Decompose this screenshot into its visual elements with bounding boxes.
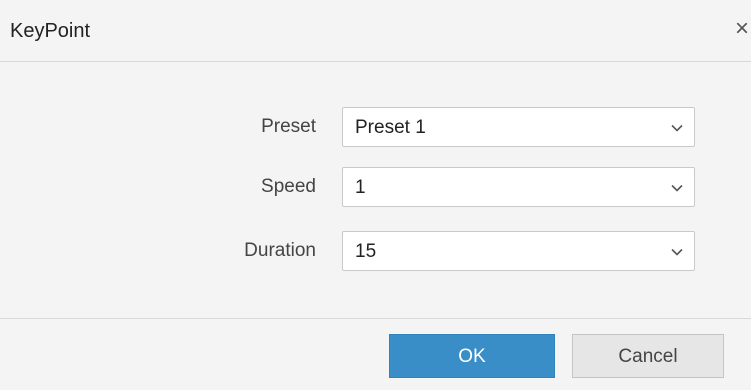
dialog-body: Preset Preset 1 Speed 1 Duration 15 [0,62,751,318]
dialog-footer: OK Cancel [0,318,751,390]
preset-select-value: Preset 1 [355,117,426,138]
chevron-down-icon [671,124,683,132]
field-row-duration: Duration 15 [0,231,751,271]
duration-select-value: 15 [355,241,377,262]
dialog-title: KeyPoint [10,20,91,42]
ok-button[interactable]: OK [389,334,555,378]
field-row-preset: Preset Preset 1 [0,107,751,147]
chevron-down-icon [671,184,683,192]
cancel-button[interactable]: Cancel [572,334,724,378]
speed-select[interactable]: 1 [342,167,695,207]
close-icon[interactable]: × [735,16,751,42]
keypoint-dialog: KeyPoint × Preset Preset 1 Speed 1 Durat… [0,0,751,390]
speed-label: Speed [261,176,316,197]
duration-label: Duration [244,240,316,261]
preset-select[interactable]: Preset 1 [342,107,695,147]
preset-label: Preset [261,116,316,137]
chevron-down-icon [671,248,683,256]
dialog-header: KeyPoint × [0,0,751,62]
duration-select[interactable]: 15 [342,231,695,271]
speed-select-value: 1 [355,177,366,198]
field-row-speed: Speed 1 [0,167,751,207]
